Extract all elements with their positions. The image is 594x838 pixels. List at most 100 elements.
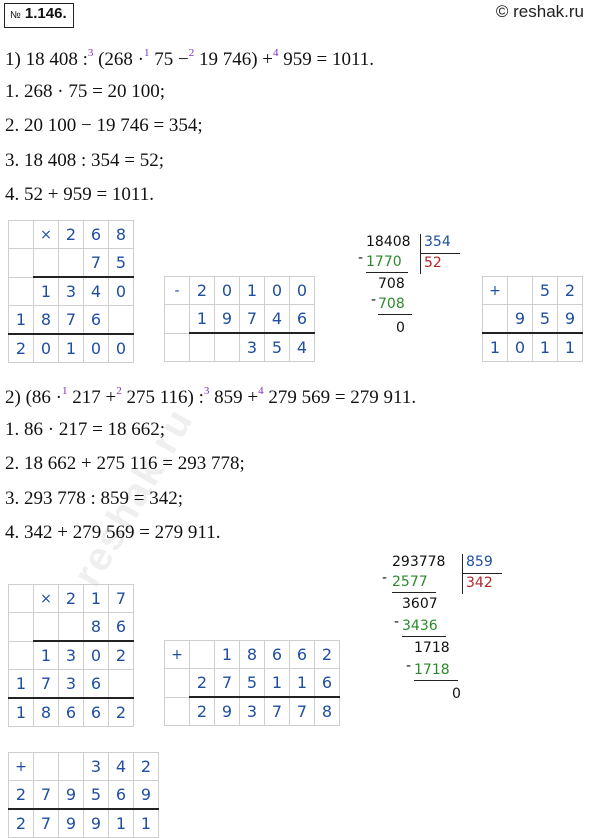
divisor: 859 [466, 554, 493, 570]
grid-cell: 5 [83, 780, 109, 810]
grid-cell: 1 [214, 640, 240, 669]
grid-cell: 8 [33, 697, 59, 727]
grid-cell: 5 [532, 304, 558, 334]
quotient: 342 [466, 575, 493, 591]
grid-cell: × [33, 220, 59, 249]
grid-cell: 0 [507, 332, 533, 362]
subtrahend-1: 2577 [392, 574, 428, 590]
grid-cell: 1 [557, 332, 583, 362]
grid-cell: 2 [8, 780, 34, 810]
grid-cell: 4 [264, 304, 290, 334]
grid-cell: 4 [289, 332, 315, 362]
grid-cell: 2 [108, 640, 134, 670]
grid-cell: 6 [108, 780, 134, 810]
part1-step-4: 4. 52 + 959 = 1011. [5, 184, 154, 205]
grid-cell: 9 [83, 808, 109, 838]
grid-cell: 6 [83, 305, 109, 335]
grid-cell: 1 [264, 668, 290, 698]
grid-cell: 9 [557, 304, 583, 334]
grid-cell: 3 [58, 276, 84, 306]
grid-cell [33, 612, 59, 642]
grid-cell: 6 [58, 697, 84, 727]
grid-cell [58, 752, 84, 781]
part1-expression: 1) 18 408 :3 (268 ·1 75 −2 19 746) +4 95… [5, 47, 375, 70]
grid-cell: 1 [33, 276, 59, 306]
grid-cell: 9 [133, 780, 159, 810]
grid-cell: 3 [83, 752, 109, 781]
part2-multiplication-grid: × 2 1 7 86 1302 1736 18662 [8, 584, 134, 727]
grid-cell [58, 248, 84, 278]
grid-cell: 7 [239, 304, 265, 334]
part2-addition-grid: +1 8 6 6 2 275116 293778 [164, 640, 340, 726]
part1-subtraction-grid: -20100 19746 354 [164, 276, 315, 362]
grid-cell: 5 [532, 276, 558, 305]
grid-cell: 9 [214, 696, 240, 726]
grid-cell: 1 [532, 332, 558, 362]
grid-cell: 8 [33, 305, 59, 335]
grid-cell: 1 [482, 332, 508, 362]
grid-cell: 1 [189, 304, 215, 334]
quotient: 52 [424, 255, 442, 271]
grid-cell: 0 [33, 333, 59, 363]
grid-cell [33, 248, 59, 278]
remainder-1: 3607 [402, 596, 438, 612]
problem-number: № 1.146. [4, 3, 74, 28]
grid-cell: 2 [189, 276, 215, 305]
grid-cell: 6 [314, 668, 340, 698]
grid-cell [164, 332, 190, 362]
grid-cell: 6 [289, 640, 315, 669]
grid-cell: 9 [214, 304, 240, 334]
part1-step-1: 1. 268 · 75 = 20 100; [5, 81, 166, 102]
grid-cell: 2 [8, 808, 34, 838]
grid-cell: 2 [58, 584, 84, 613]
part2-expression: 2) (86 ·1 217 +2 275 116) :3 859 +4 279 … [5, 385, 417, 408]
grid-cell [8, 276, 34, 306]
grid-cell: 1 [133, 808, 159, 838]
grid-cell: 7 [108, 584, 134, 613]
grid-cell [189, 640, 215, 669]
grid-cell: 0 [289, 276, 315, 305]
part2-long-division: 293778 859 - 2577 342 3607 - 3436 1718 -… [382, 552, 514, 722]
grid-cell: 3 [58, 640, 84, 670]
subtrahend-2: 708 [378, 296, 405, 312]
subtrahend-1: 1770 [366, 254, 402, 270]
grid-cell [33, 752, 59, 781]
grid-cell: 7 [33, 780, 59, 810]
grid-cell: 3 [239, 332, 265, 362]
grid-cell: 0 [83, 333, 109, 363]
part2-final-addition-grid: +3 4 2 279569 279911 [8, 752, 159, 838]
grid-cell: 0 [264, 276, 290, 305]
grid-cell: 9 [58, 780, 84, 810]
grid-cell: 1 [83, 584, 109, 613]
grid-cell: 2 [58, 220, 84, 249]
grid-cell: 7 [33, 808, 59, 838]
grid-cell: 7 [83, 248, 109, 278]
grid-cell: 2 [189, 668, 215, 698]
grid-cell: - [164, 276, 190, 305]
grid-cell [164, 696, 190, 726]
grid-cell: 0 [83, 640, 109, 670]
grid-cell: 1 [8, 669, 34, 699]
grid-cell [108, 305, 134, 335]
number-sign: № [10, 10, 21, 21]
subtrahend-3: 1718 [414, 662, 450, 678]
grid-cell: 6 [83, 220, 109, 249]
grid-cell: 7 [58, 305, 84, 335]
grid-cell: 2 [133, 752, 159, 781]
part2-step-4: 4. 342 + 279 569 = 279 911. [5, 522, 221, 543]
part1-step-3: 3. 18 408 : 354 = 52; [5, 150, 165, 171]
dividend: 18408 [366, 234, 411, 250]
grid-cell [507, 276, 533, 305]
grid-cell: 2 [557, 276, 583, 305]
grid-cell: 7 [264, 696, 290, 726]
grid-cell: 3 [239, 696, 265, 726]
grid-cell: 8 [108, 220, 134, 249]
grid-cell: 0 [108, 276, 134, 306]
grid-cell: 4 [83, 276, 109, 306]
grid-cell: 6 [289, 304, 315, 334]
grid-cell [8, 220, 34, 249]
grid-cell: 2 [314, 640, 340, 669]
grid-cell [482, 304, 508, 334]
grid-cell: 2 [189, 696, 215, 726]
grid-cell [8, 612, 34, 642]
